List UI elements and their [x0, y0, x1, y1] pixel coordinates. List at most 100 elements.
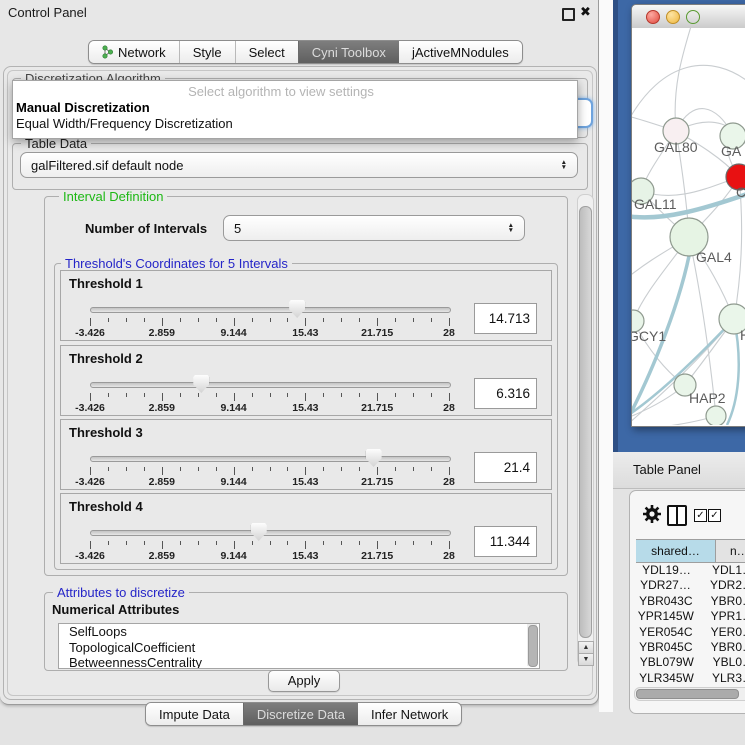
tick-label: 15.43 [292, 476, 318, 488]
bottom-tab-impute-data[interactable]: Impute Data [146, 703, 243, 725]
table-horizontal-scrollbar[interactable] [634, 687, 745, 701]
table-row[interactable]: YLR345WYLR3… [636, 671, 745, 684]
tick-mark [323, 393, 324, 397]
algorithm-prompt-option[interactable]: Select algorithm to view settings [13, 84, 546, 100]
tick-label: 28 [443, 476, 455, 488]
slider-thumb[interactable] [193, 375, 209, 393]
tick-mark [431, 393, 432, 397]
threshold-4-slider[interactable]: -3.4262.8599.14415.4321.71528 [90, 527, 449, 561]
network-window-titlebar[interactable] [632, 5, 745, 29]
tab-network[interactable]: Network [89, 41, 179, 63]
tick-mark [323, 318, 324, 322]
cell-name[interactable]: YDR2… [696, 578, 745, 593]
checkbox-icon[interactable]: ✓ [694, 509, 707, 522]
tick-mark [287, 467, 288, 471]
threshold-1-slider[interactable]: -3.4262.8599.14415.4321.71528 [90, 304, 449, 338]
column-header-name[interactable]: n… [716, 540, 745, 562]
tick-mark [234, 541, 235, 549]
threshold-2-slider[interactable]: -3.4262.8599.14415.4321.71528 [90, 379, 449, 413]
cell-shared-name[interactable]: YLR345W [636, 671, 698, 684]
cell-name[interactable]: YPR1… [697, 609, 745, 624]
threshold-1-value-field[interactable]: 14.713 [474, 303, 537, 334]
cell-name[interactable]: YDL1… [698, 563, 745, 578]
attributes-list-scrollbar[interactable] [527, 624, 537, 666]
network-icon [102, 45, 113, 59]
tick-mark [323, 467, 324, 471]
attribute-list-item[interactable]: TopologicalCoefficient [59, 640, 539, 656]
bottom-tab-discretize-data[interactable]: Discretize Data [243, 703, 358, 725]
table-row[interactable]: YBR043CYBR0… [636, 594, 745, 609]
threshold-3-label: Threshold 3 [69, 425, 143, 440]
slider-track[interactable] [90, 382, 451, 388]
table-row[interactable]: YDL19…YDL1… [636, 563, 745, 578]
threshold-3-value-field[interactable]: 21.4 [474, 452, 537, 483]
slider-thumb[interactable] [251, 523, 267, 541]
node-label: C [736, 184, 745, 200]
column-header-shared-name[interactable]: shared… [636, 540, 716, 562]
numerical-attributes-list[interactable]: SelfLoopsTopologicalCoefficientBetweenne… [58, 623, 540, 669]
settings-scrollbar-thumb[interactable] [579, 206, 592, 638]
tab-jactivemnodules[interactable]: jActiveMNodules [399, 41, 522, 63]
tick-mark [341, 318, 342, 322]
table-row[interactable]: YBL079WYBL0… [636, 655, 745, 670]
tick-mark [234, 318, 235, 326]
threshold-3-slider[interactable]: -3.4262.8599.14415.4321.71528 [90, 453, 449, 487]
tick-mark [287, 318, 288, 322]
cell-name[interactable]: YBR0… [697, 594, 745, 609]
cell-shared-name[interactable]: YER054C [636, 625, 697, 640]
num-intervals-label: Number of Intervals [85, 221, 207, 236]
tick-mark [108, 318, 109, 322]
tab-style[interactable]: Style [179, 41, 235, 63]
algorithm-option-equal-width[interactable]: Equal Width/Frequency Discretization [13, 116, 577, 132]
table-row[interactable]: YDR27…YDR2… [636, 578, 745, 593]
tick-label: 28 [443, 327, 455, 339]
cell-name[interactable]: YBL0… [699, 655, 745, 670]
network-canvas[interactable]: GAL80GACGAL11GAL4GCY1HHAP2 [632, 28, 745, 425]
checkbox-icon[interactable]: ✓ [708, 509, 721, 522]
table-data-combobox[interactable]: galFiltered.sif default node ▲▼ [20, 152, 578, 178]
slider-thumb[interactable] [366, 449, 382, 467]
algorithm-option-manual[interactable]: Manual Discretization [13, 100, 577, 116]
cell-name[interactable]: YLR3… [698, 671, 745, 684]
cell-shared-name[interactable]: YBL079W [636, 655, 699, 670]
tab-cyni-toolbox[interactable]: Cyni Toolbox [298, 41, 399, 63]
table-panel-header: Table Panel [613, 452, 745, 489]
tick-mark [359, 467, 360, 471]
table-row[interactable]: YPR145WYPR1… [636, 609, 745, 624]
table-row[interactable]: YER054CYER0… [636, 625, 745, 640]
slider-thumb[interactable] [289, 300, 305, 318]
split-columns-icon[interactable] [667, 505, 687, 526]
attribute-list-item[interactable]: SelfLoops [59, 624, 539, 640]
attribute-list-item[interactable]: BetweennessCentrality [59, 655, 539, 669]
tab-select[interactable]: Select [235, 41, 298, 63]
table-row[interactable]: YBR045CYBR0… [636, 640, 745, 655]
slider-track[interactable] [90, 307, 451, 313]
close-icon[interactable]: ✖ [580, 4, 591, 20]
tick-label: 9.144 [220, 550, 246, 562]
num-intervals-combobox[interactable]: 5 ▲▼ [223, 215, 525, 241]
scroll-down-arrow-icon[interactable]: ▼ [578, 653, 594, 666]
threshold-2-value-field[interactable]: 6.316 [474, 378, 537, 409]
cell-name[interactable]: YBR0… [697, 640, 745, 655]
combo-stepper-icon: ▲▼ [508, 223, 514, 233]
threshold-4-value-field[interactable]: 11.344 [474, 526, 537, 557]
cell-shared-name[interactable]: YBR045C [636, 640, 697, 655]
cell-shared-name[interactable]: YPR145W [636, 609, 697, 624]
tick-mark [90, 318, 91, 326]
node-label: GAL4 [696, 249, 732, 265]
node-table[interactable]: shared… n… YDL19…YDL1…YDR27…YDR2…YBR043C… [636, 539, 745, 684]
tick-mark [359, 393, 360, 397]
bottom-tab-infer-network[interactable]: Infer Network [358, 703, 461, 725]
minimize-traffic-light-icon[interactable] [666, 10, 680, 24]
apply-button[interactable]: Apply [268, 670, 340, 692]
cell-shared-name[interactable]: YDL19… [636, 563, 698, 578]
cell-name[interactable]: YER0… [697, 625, 745, 640]
zoom-traffic-light-icon[interactable] [686, 10, 700, 24]
slider-track[interactable] [90, 530, 451, 536]
gear-icon[interactable] [642, 504, 662, 524]
cell-shared-name[interactable]: YDR27… [636, 578, 696, 593]
slider-track[interactable] [90, 456, 451, 462]
float-window-icon[interactable] [562, 8, 575, 21]
cell-shared-name[interactable]: YBR043C [636, 594, 697, 609]
close-traffic-light-icon[interactable] [646, 10, 660, 24]
